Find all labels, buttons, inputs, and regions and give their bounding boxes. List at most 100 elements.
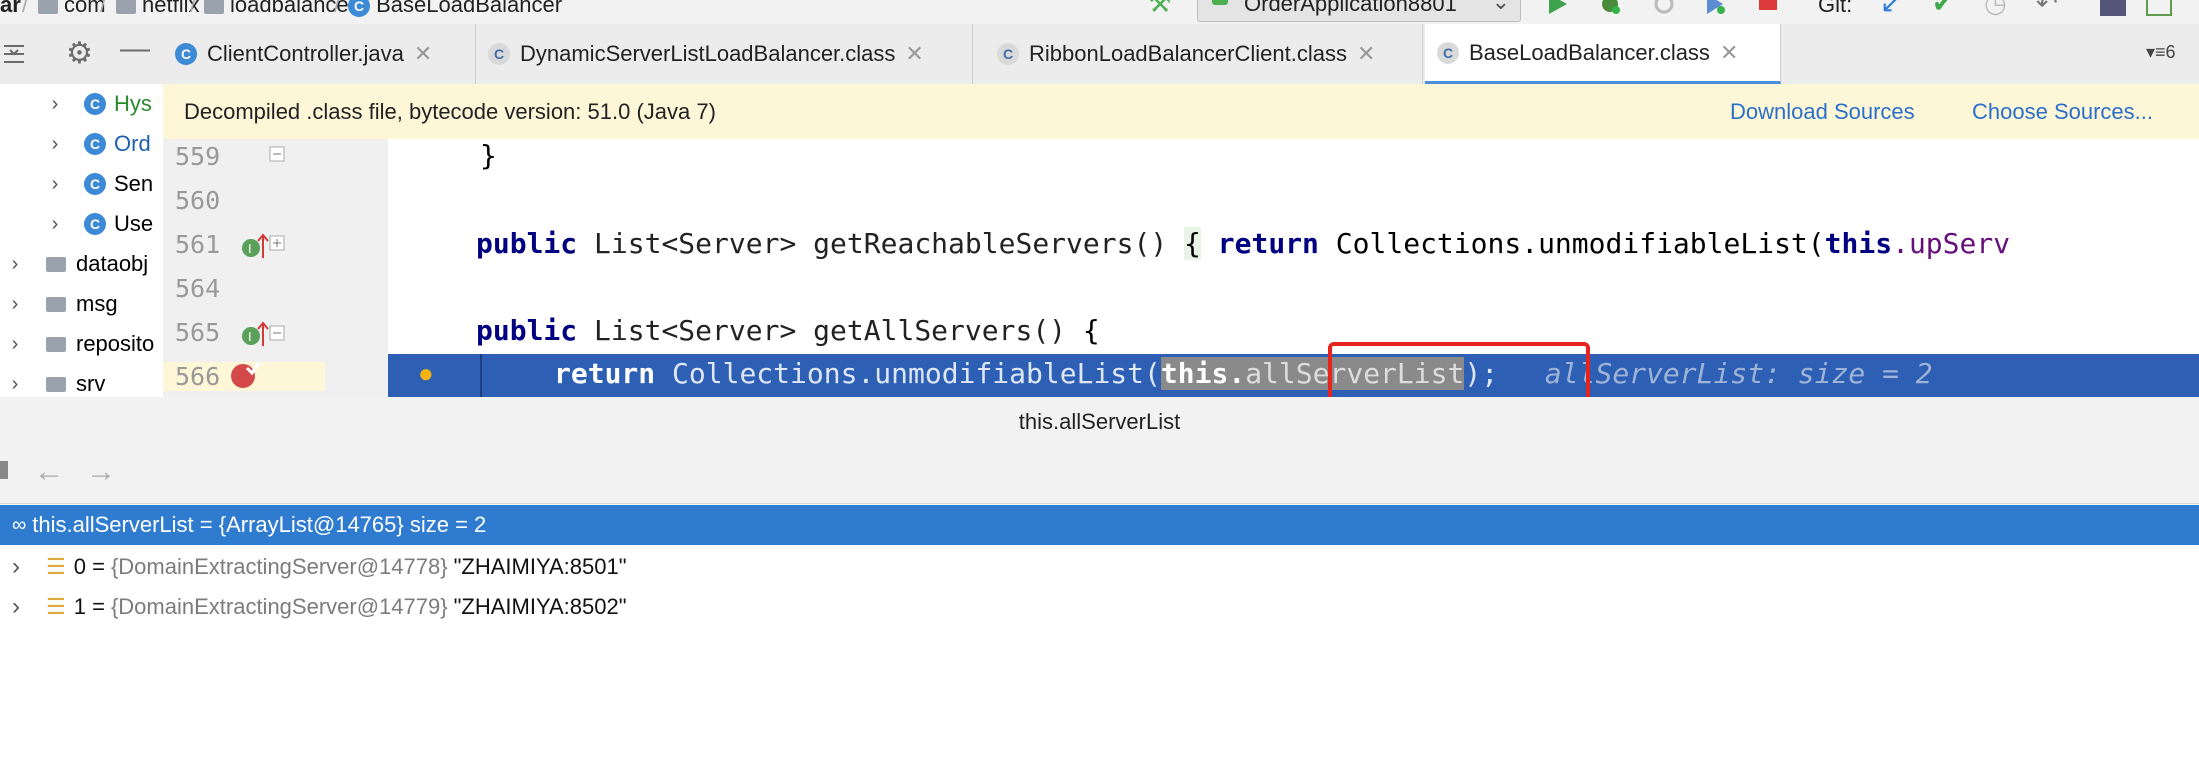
editor-tab-bar: ⚙ — C ClientController.java ✕ C DynamicS…	[0, 24, 2199, 85]
build-hammer-icon[interactable]: ⚒	[1148, 0, 1171, 19]
lightbulb-icon[interactable]: ●	[418, 358, 434, 389]
implements-marker-icon[interactable]: I	[241, 320, 269, 348]
chevron-right-icon[interactable]: ›	[12, 593, 20, 621]
class-icon: C	[84, 173, 106, 195]
run-config-label: OrderApplication8801	[1244, 0, 1457, 16]
spring-icon	[1212, 0, 1228, 5]
fold-icon[interactable]	[269, 325, 285, 341]
project-structure-icon[interactable]	[2100, 0, 2126, 16]
tab-client-controller[interactable]: C ClientController.java ✕	[163, 24, 476, 84]
profile-icon[interactable]	[1703, 0, 1727, 16]
variable-root-row[interactable]: ∞ this.allServerList = {ArrayList@14765}…	[0, 505, 2199, 545]
breadcrumb-item[interactable]: ar	[0, 0, 21, 18]
line-number: 565	[175, 318, 221, 347]
stop-icon[interactable]	[1756, 0, 1780, 16]
element-index: 1 =	[73, 594, 105, 619]
chevron-right-icon[interactable]: ›	[8, 253, 22, 276]
breadcrumb-item[interactable]: netflix	[116, 0, 199, 18]
forward-arrow-icon[interactable]: →	[86, 455, 116, 489]
tree-item[interactable]: › dataobj	[0, 244, 163, 284]
element-value: "ZHAIMIYA:8501"	[453, 554, 627, 579]
breadcrumb-item[interactable]: C BaseLoadBalancer	[348, 0, 562, 18]
current-execution-line: ● return Collections.unmodifiableList(th…	[388, 354, 2199, 397]
chevron-right-icon[interactable]: ›	[48, 213, 62, 236]
coverage-icon[interactable]	[1652, 0, 1676, 16]
decompiled-notice-banner: Decompiled .class file, bytecode version…	[163, 84, 2199, 140]
code-token: getReachableServers()	[813, 227, 1168, 260]
list-element-icon: ☰	[46, 594, 66, 619]
class-icon: C	[84, 93, 106, 115]
breadcrumb-item[interactable]: com	[38, 0, 106, 18]
chevron-right-icon[interactable]: ›	[8, 333, 22, 356]
tree-item[interactable]: › C Sen	[0, 164, 163, 204]
chevron-right-icon[interactable]: ›	[48, 173, 62, 196]
minimize-icon[interactable]: —	[120, 32, 150, 66]
tab-ribbon-load-balancer-client[interactable]: C RibbonLoadBalancerClient.class ✕	[985, 24, 1423, 84]
breadcrumb-label: BaseLoadBalancer	[376, 0, 563, 17]
run-config-dropdown[interactable]: OrderApplication8801 ⌄	[1197, 0, 1521, 22]
terminal-icon[interactable]	[2146, 0, 2172, 16]
choose-sources-link[interactable]: Choose Sources...	[1972, 99, 2153, 125]
close-icon[interactable]: ✕	[1720, 40, 1738, 66]
chevron-right-icon[interactable]: ›	[8, 293, 22, 316]
git-commit-icon[interactable]: ✔	[1932, 0, 1954, 19]
tab-overflow-menu[interactable]: ▾≡6	[2146, 42, 2176, 63]
breakpoint-icon[interactable]	[229, 358, 261, 390]
svg-text:I: I	[248, 329, 252, 344]
settings-gear-icon[interactable]: ⚙	[66, 36, 93, 71]
package-folder-icon	[46, 256, 66, 272]
breadcrumb-separator: /	[22, 0, 29, 17]
tab-base-load-balancer[interactable]: C BaseLoadBalancer.class ✕	[1425, 24, 1781, 84]
tab-label: DynamicServerListLoadBalancer.class	[520, 41, 896, 66]
tree-item[interactable]: › srv	[0, 364, 163, 397]
git-rollback-icon[interactable]: ↶	[2036, 0, 2058, 19]
inline-debug-hint: allServerList: size = 2	[1544, 357, 1933, 390]
tree-item[interactable]: › C Hys	[0, 84, 163, 124]
folder-icon	[116, 0, 136, 14]
code-token: .upServ	[1892, 227, 2011, 260]
run-icon[interactable]	[1545, 0, 1569, 16]
class-icon: C	[175, 43, 197, 65]
download-sources-link[interactable]: Download Sources	[1730, 99, 1915, 125]
tab-dynamic-server-list-load-balancer[interactable]: C DynamicServerListLoadBalancer.class ✕	[476, 24, 973, 84]
breadcrumb-separator: /	[334, 0, 341, 17]
git-history-icon[interactable]: ◷	[1984, 0, 2007, 19]
tree-item-label: srv	[76, 371, 106, 396]
class-icon: C	[488, 43, 510, 65]
code-token: return	[1217, 227, 1319, 260]
git-update-icon[interactable]: ↙	[1880, 0, 1902, 19]
fold-icon[interactable]	[269, 146, 285, 162]
class-icon: C	[348, 0, 370, 18]
back-arrow-icon[interactable]: ←	[34, 455, 64, 489]
tree-item[interactable]: › msg	[0, 284, 163, 324]
element-index: 0 =	[73, 554, 105, 579]
close-icon[interactable]: ✕	[1357, 41, 1375, 67]
banner-text: Decompiled .class file, bytecode version…	[184, 99, 716, 124]
expand-icon[interactable]	[269, 235, 285, 251]
variable-child-row[interactable]: › ☰ 1 = {DomainExtractingServer@14779} "…	[0, 587, 2199, 627]
chevron-down-icon: ⌄	[1491, 0, 1510, 14]
close-icon[interactable]: ✕	[905, 41, 923, 67]
chevron-right-icon[interactable]: ›	[48, 93, 62, 116]
tree-item[interactable]: › reposito	[0, 324, 163, 364]
close-icon[interactable]: ✕	[414, 41, 432, 67]
variable-child-row[interactable]: › ☰ 0 = {DomainExtractingServer@14778} "…	[0, 547, 2199, 587]
package-folder-icon	[46, 336, 66, 352]
implements-marker-icon[interactable]: I	[241, 232, 269, 260]
tree-item[interactable]: › C Ord	[0, 124, 163, 164]
code-token: List<Server>	[594, 227, 797, 260]
chevron-right-icon[interactable]: ›	[48, 133, 62, 156]
debug-icon[interactable]	[1598, 0, 1622, 16]
chevron-right-icon[interactable]: ›	[8, 373, 22, 396]
tree-item-label: reposito	[76, 331, 155, 356]
element-type: {DomainExtractingServer@14779}	[110, 594, 448, 619]
tree-item-label: Ord	[114, 131, 151, 156]
chevron-right-icon[interactable]: ›	[12, 553, 20, 581]
breadcrumb-separator: /	[190, 0, 197, 17]
drag-handle[interactable]	[0, 461, 8, 479]
collapse-all-icon[interactable]	[0, 42, 28, 66]
tree-item[interactable]: › C Use	[0, 204, 163, 244]
folded-block[interactable]: {	[1184, 227, 1201, 260]
code-line-565: public List<Server> getAllServers() {	[476, 314, 1100, 347]
line-number: 560	[175, 186, 221, 215]
